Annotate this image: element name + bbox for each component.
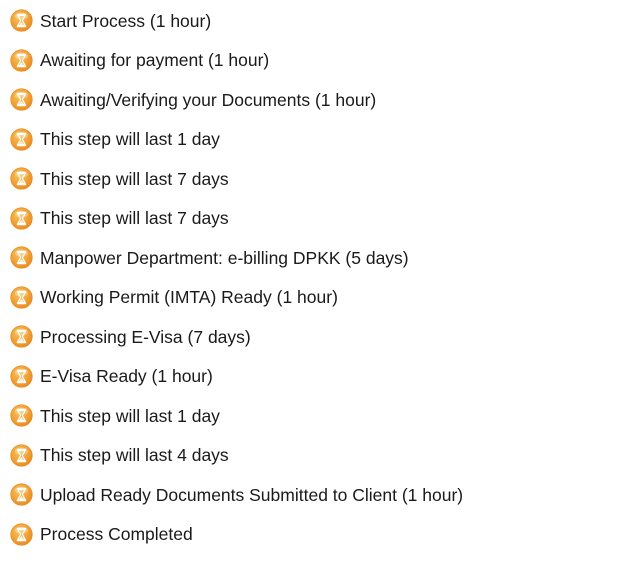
- hourglass-icon: [10, 286, 33, 309]
- step-item: This step will last 1 day: [10, 120, 463, 160]
- step-label: Upload Ready Documents Submitted to Clie…: [40, 484, 464, 505]
- step-label: Awaiting/Verifying your Documents (1 hou…: [40, 89, 377, 110]
- hourglass-icon: [10, 88, 33, 111]
- process-steps-list: Start Process (1 hour) Awaiting for paym…: [10, 1, 463, 554]
- step-item: Awaiting/Verifying your Documents (1 hou…: [10, 80, 463, 120]
- step-item: This step will last 1 day: [10, 396, 463, 436]
- hourglass-icon: [10, 325, 33, 348]
- step-label: This step will last 7 days: [40, 208, 229, 229]
- hourglass-icon: [10, 128, 33, 151]
- step-item: Awaiting for payment (1 hour): [10, 41, 463, 81]
- hourglass-icon: [10, 246, 33, 269]
- step-item: Process Completed: [10, 515, 463, 555]
- step-item: Start Process (1 hour): [10, 1, 463, 41]
- step-label: This step will last 4 days: [40, 445, 229, 466]
- step-label: Awaiting for payment (1 hour): [40, 50, 270, 71]
- step-label: This step will last 1 day: [40, 129, 220, 150]
- hourglass-icon: [10, 483, 33, 506]
- step-item: Manpower Department: e-billing DPKK (5 d…: [10, 238, 463, 278]
- hourglass-icon: [10, 523, 33, 546]
- step-item: Processing E-Visa (7 days): [10, 317, 463, 357]
- hourglass-icon: [10, 365, 33, 388]
- step-label: Working Permit (IMTA) Ready (1 hour): [40, 287, 338, 308]
- step-item: E-Visa Ready (1 hour): [10, 357, 463, 397]
- step-item: Working Permit (IMTA) Ready (1 hour): [10, 278, 463, 318]
- step-label: Start Process (1 hour): [40, 10, 212, 31]
- hourglass-icon: [10, 404, 33, 427]
- hourglass-icon: [10, 207, 33, 230]
- step-label: E-Visa Ready (1 hour): [40, 366, 213, 387]
- hourglass-icon: [10, 167, 33, 190]
- step-label: This step will last 1 day: [40, 405, 220, 426]
- step-item: This step will last 7 days: [10, 199, 463, 239]
- step-item: Upload Ready Documents Submitted to Clie…: [10, 475, 463, 515]
- hourglass-icon: [10, 444, 33, 467]
- step-label: Manpower Department: e-billing DPKK (5 d…: [40, 247, 409, 268]
- step-item: This step will last 7 days: [10, 159, 463, 199]
- hourglass-icon: [10, 49, 33, 72]
- step-item: This step will last 4 days: [10, 436, 463, 476]
- hourglass-icon: [10, 9, 33, 32]
- step-label: Processing E-Visa (7 days): [40, 326, 251, 347]
- step-label: Process Completed: [40, 524, 193, 545]
- step-label: This step will last 7 days: [40, 168, 229, 189]
